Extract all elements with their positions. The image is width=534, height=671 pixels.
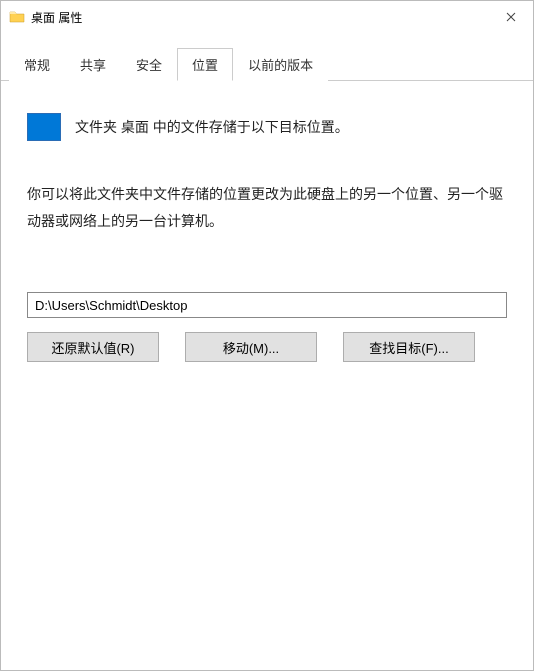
folder-row: 文件夹 桌面 中的文件存储于以下目标位置。 xyxy=(27,113,507,141)
properties-dialog: 桌面 属性 常规 共享 安全 位置 以前的版本 文件夹 桌面 中的文件存储于以下… xyxy=(0,0,534,671)
window-title: 桌面 属性 xyxy=(31,9,488,26)
button-row: 还原默认值(R) 移动(M)... 查找目标(F)... xyxy=(27,332,507,362)
find-target-button[interactable]: 查找目标(F)... xyxy=(343,332,475,362)
tab-previous-versions[interactable]: 以前的版本 xyxy=(233,48,328,81)
info-paragraph: 你可以将此文件夹中文件存储的位置更改为此硬盘上的另一个位置、另一个驱动器或网络上… xyxy=(27,181,507,234)
tab-content-location: 文件夹 桌面 中的文件存储于以下目标位置。 你可以将此文件夹中文件存储的位置更改… xyxy=(1,81,533,670)
close-icon xyxy=(506,12,516,22)
path-input[interactable] xyxy=(27,292,507,318)
desktop-icon xyxy=(27,113,61,141)
move-button[interactable]: 移动(M)... xyxy=(185,332,317,362)
tab-general[interactable]: 常规 xyxy=(9,48,65,81)
close-button[interactable] xyxy=(488,1,533,33)
folder-description: 文件夹 桌面 中的文件存储于以下目标位置。 xyxy=(75,117,349,137)
restore-default-button[interactable]: 还原默认值(R) xyxy=(27,332,159,362)
tab-share[interactable]: 共享 xyxy=(65,48,121,81)
tab-bar: 常规 共享 安全 位置 以前的版本 xyxy=(1,33,533,81)
titlebar: 桌面 属性 xyxy=(1,1,533,33)
tab-location[interactable]: 位置 xyxy=(177,48,233,81)
folder-icon xyxy=(9,9,25,25)
tab-security[interactable]: 安全 xyxy=(121,48,177,81)
